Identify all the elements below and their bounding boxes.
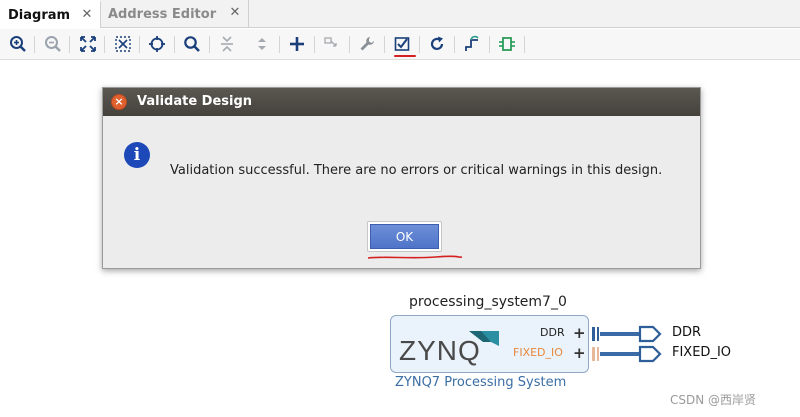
wrench-icon[interactable] — [356, 33, 378, 55]
toolbar-separator — [419, 36, 420, 53]
ip-type-label: ZYNQ7 Processing System — [395, 375, 567, 390]
add-module-icon[interactable] — [496, 33, 518, 55]
toolbar-separator — [279, 36, 280, 53]
toolbar-separator — [104, 36, 105, 53]
tab-bar: Diagram ✕ Address Editor ✕ — [0, 0, 800, 28]
toolbar-separator — [524, 36, 525, 53]
add-ip-icon[interactable] — [286, 33, 308, 55]
dialog-message: Validation successful. There are no erro… — [170, 163, 663, 178]
zoom-in-icon[interactable] — [7, 33, 29, 55]
toolbar-separator — [454, 36, 455, 53]
watermark-text: CSDN @西岸贤 — [670, 393, 757, 407]
toolbar-separator — [349, 36, 350, 53]
external-port-ddr-icon — [638, 325, 662, 343]
annotation-underline-validate — [394, 55, 416, 57]
port-fixed-io-pin — [592, 347, 595, 361]
fit-selection-icon[interactable] — [112, 33, 134, 55]
zoom-out-icon[interactable] — [42, 33, 64, 55]
tab-address-editor-label: Address Editor — [108, 6, 217, 22]
ip-instance-name: processing_system7_0 — [409, 294, 567, 310]
toolbar-separator — [384, 36, 385, 53]
toolbar-separator — [489, 36, 490, 53]
dialog-title-bar[interactable]: × Validate Design — [103, 88, 700, 116]
make-connection-icon[interactable] — [321, 33, 343, 55]
fit-view-icon[interactable] — [77, 33, 99, 55]
validate-design-dialog: × Validate Design i Validation successfu… — [102, 87, 701, 269]
tab-diagram[interactable]: Diagram ✕ — [0, 0, 101, 28]
optimize-routing-icon[interactable] — [461, 33, 483, 55]
search-icon[interactable] — [181, 33, 203, 55]
close-icon[interactable]: ✕ — [228, 6, 242, 20]
validate-design-icon[interactable] — [391, 33, 413, 55]
zynq-logo: ZYNQ — [399, 331, 499, 366]
info-icon: i — [124, 142, 150, 168]
auto-connect-icon[interactable] — [146, 33, 168, 55]
tab-address-editor[interactable]: Address Editor ✕ — [101, 0, 249, 28]
ok-button[interactable]: OK — [367, 221, 442, 252]
close-icon[interactable]: × — [111, 94, 127, 110]
external-port-fixed-io-icon — [638, 345, 662, 363]
expand-port-icon[interactable]: + — [573, 344, 586, 362]
toolbar-separator — [34, 36, 35, 53]
toolbar-separator — [139, 36, 140, 53]
ok-button-label: OK — [370, 224, 439, 249]
zynq-ip-block[interactable]: ZYNQ — [390, 315, 589, 373]
port-ddr-pin — [592, 327, 595, 341]
dialog-title: Validate Design — [137, 94, 253, 109]
regenerate-layout-icon[interactable] — [426, 33, 448, 55]
annotation-underline-ok — [367, 255, 463, 259]
tab-diagram-label: Diagram — [8, 7, 71, 23]
external-port-ddr-label[interactable]: DDR — [672, 325, 701, 340]
zynq-logo-text: ZYNQ — [399, 335, 481, 366]
port-fixed-io-label: FIXED_IO — [513, 346, 563, 359]
toolbar-separator — [174, 36, 175, 53]
external-port-fixed-io-label[interactable]: FIXED_IO — [672, 345, 731, 360]
toolbar-separator — [209, 36, 210, 53]
toolbar-separator — [314, 36, 315, 53]
expand-port-icon[interactable]: + — [573, 324, 586, 342]
port-ddr-label: DDR — [540, 326, 565, 339]
collapse-all-icon[interactable] — [216, 33, 238, 55]
close-icon[interactable]: ✕ — [80, 8, 94, 22]
toolbar-separator — [69, 36, 70, 53]
external-port-connections — [592, 325, 662, 363]
expand-all-icon[interactable] — [251, 33, 273, 55]
